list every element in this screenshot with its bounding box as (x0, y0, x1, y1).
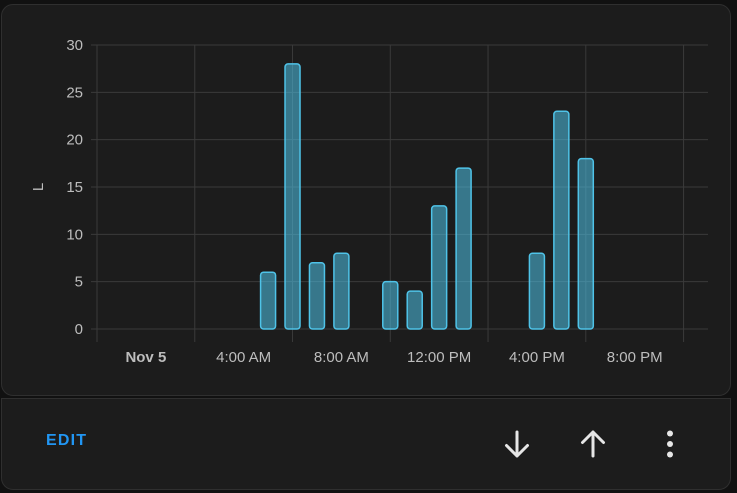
bar (308, 261, 326, 330)
y-tick-label: 20 (66, 132, 83, 149)
bar (406, 290, 423, 330)
bar (259, 271, 277, 330)
bar-chart: 0 5 10 15 20 25 30 L Nov 5 4:00 AM 8:00 AM 12:00 PM… (30, 37, 708, 366)
bar (382, 280, 399, 330)
x-tick-label: 12:00 PM (407, 349, 471, 366)
bar (577, 157, 595, 330)
card-actions (1, 398, 731, 490)
y-tick-label: 25 (66, 84, 83, 101)
bar (284, 63, 301, 330)
bar (430, 205, 448, 330)
arrow-down-icon[interactable] (499, 426, 535, 462)
bar (333, 252, 350, 330)
bar (553, 110, 570, 330)
more-vert-icon[interactable] (652, 426, 688, 462)
y-tick-label: 0 (75, 321, 83, 338)
edit-button[interactable]: EDIT (46, 432, 87, 450)
x-tick-label: 8:00 AM (314, 349, 369, 366)
x-tick-label: 8:00 PM (607, 349, 663, 366)
y-tick-label: 5 (75, 274, 83, 291)
x-tick-label: Nov 5 (125, 349, 166, 366)
y-tick-label: 15 (66, 179, 83, 196)
y-tick-label: 10 (66, 226, 83, 243)
y-tick-label: 30 (66, 37, 83, 54)
bar (528, 252, 546, 330)
bar (455, 167, 472, 330)
x-tick-label: 4:00 AM (216, 349, 271, 366)
y-axis-label: L (30, 183, 47, 191)
x-tick-label: 4:00 PM (509, 349, 565, 366)
chart-card: 0 5 10 15 20 25 30 L Nov 5 4:00 AM 8:00 AM 12:00 PM… (1, 4, 731, 396)
arrow-up-icon[interactable] (575, 426, 611, 462)
